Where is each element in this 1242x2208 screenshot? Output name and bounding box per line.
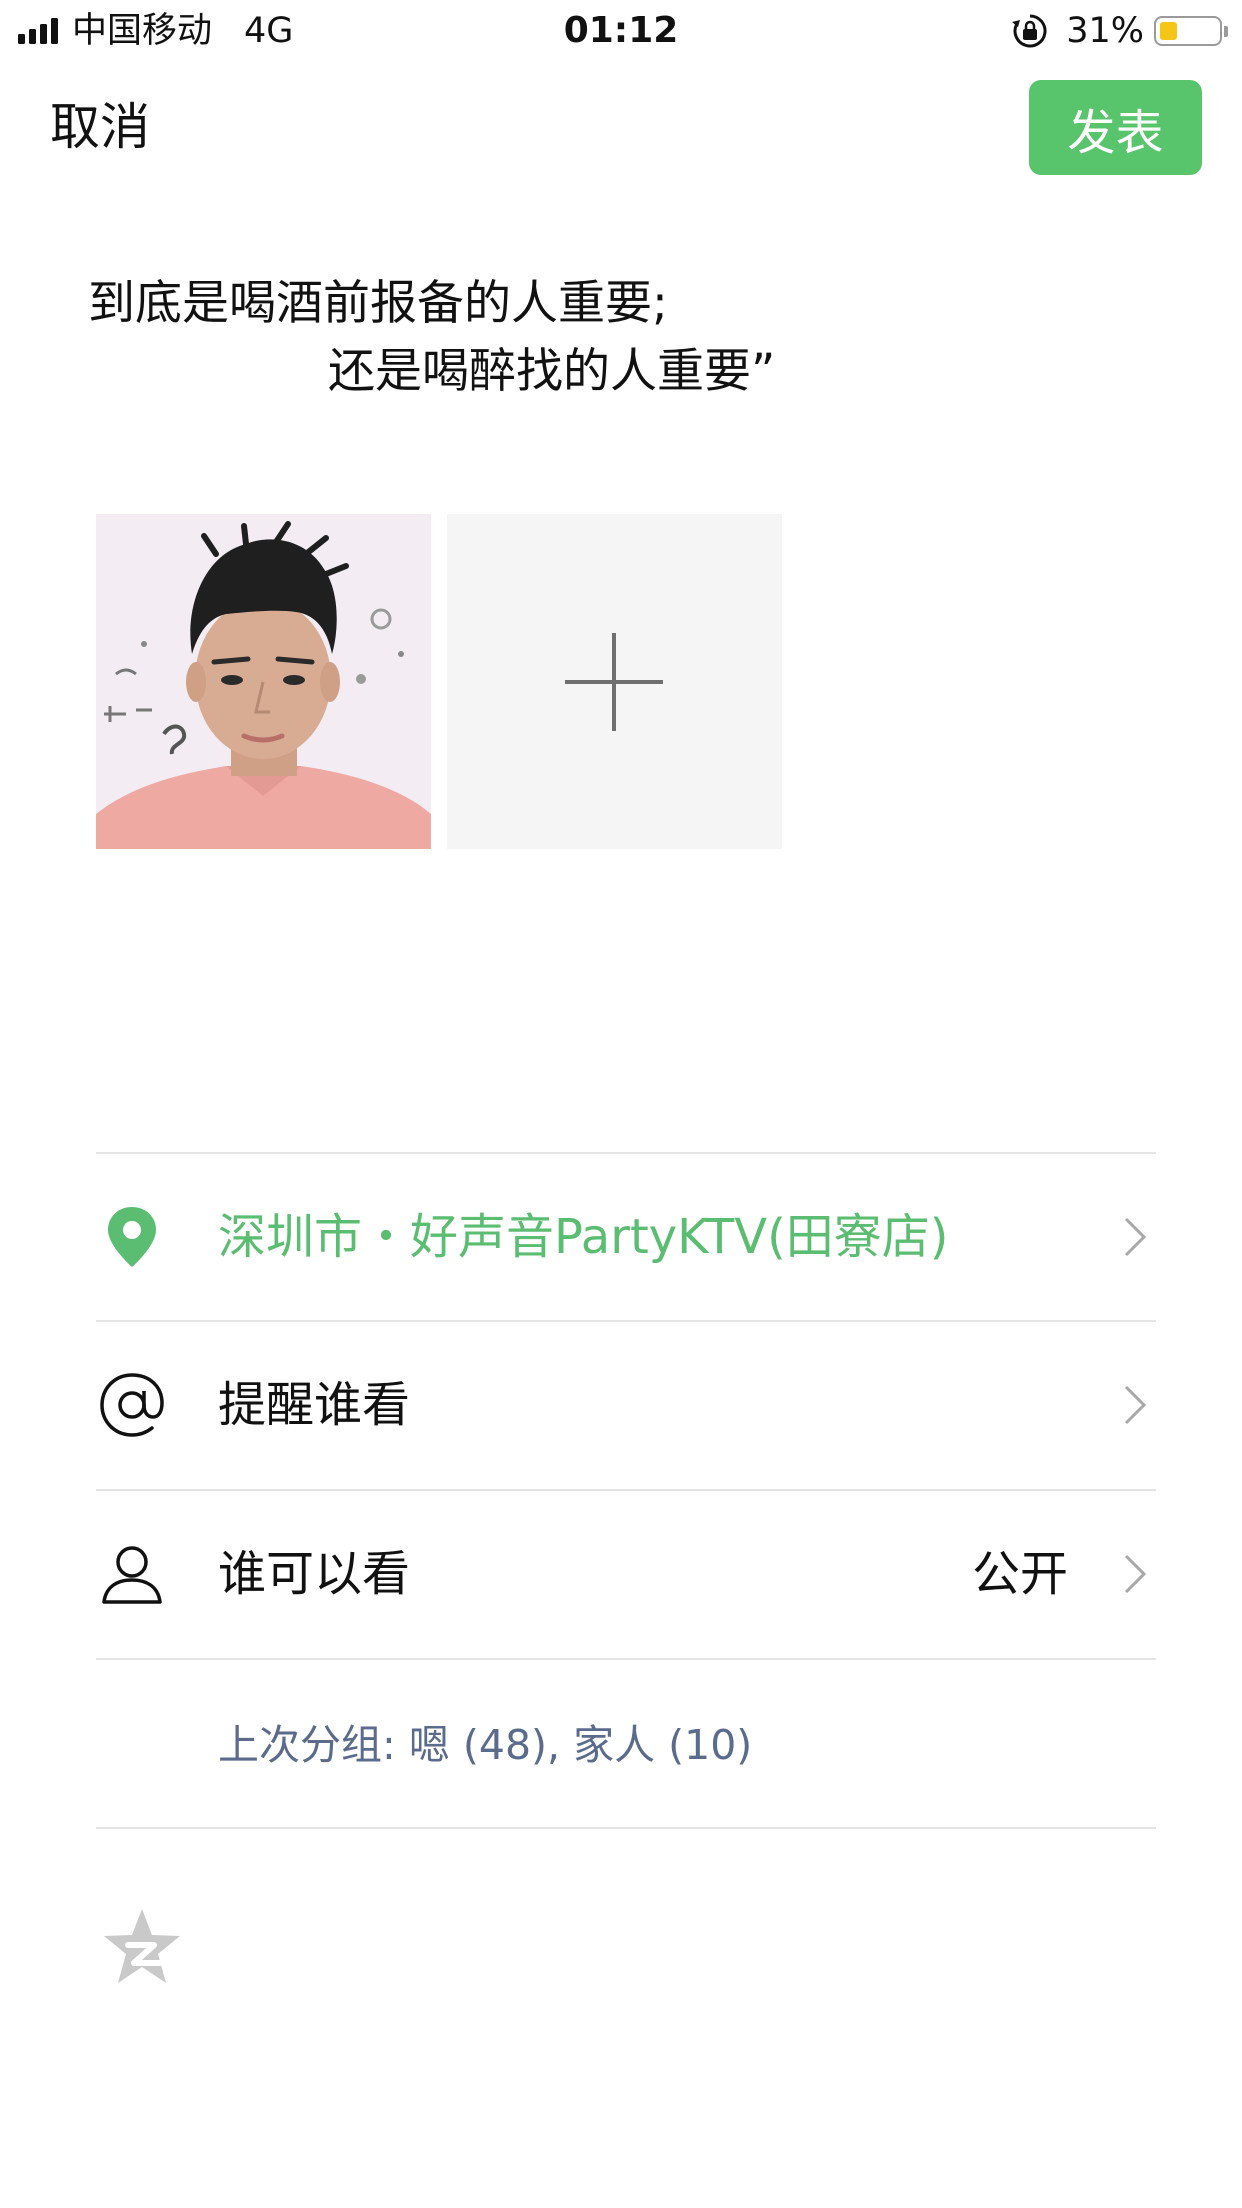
chevron-right-icon — [1124, 1554, 1147, 1594]
visibility-label: 谁可以看 — [218, 1546, 411, 1602]
remind-row[interactable]: 提醒谁看 — [96, 1321, 1156, 1489]
person-photo-icon — [96, 514, 431, 849]
battery-percent: 31% — [1066, 11, 1144, 51]
rotation-lock-icon — [1012, 14, 1047, 48]
battery-cap — [1224, 25, 1228, 37]
chevron-right-icon — [1124, 1385, 1147, 1425]
chevron-right-icon — [1124, 1217, 1147, 1257]
divider — [96, 1658, 1156, 1660]
remind-label: 提醒谁看 — [218, 1377, 411, 1433]
qzone-star-icon[interactable] — [100, 1905, 184, 1989]
visibility-value: 公开 — [971, 1546, 1068, 1602]
battery-level-fill — [1160, 22, 1177, 40]
location-pin-icon — [108, 1207, 156, 1267]
at-sign-icon — [100, 1373, 164, 1437]
status-bar-right: 31% — [1010, 8, 1228, 54]
plus-icon-vertical — [612, 633, 616, 731]
location-row[interactable]: 深圳市・好声音PartyKTV(田寮店) — [96, 1153, 1156, 1321]
post-text-line: 还是喝醉找的人重要” — [328, 344, 776, 399]
post-text-input[interactable]: 到底是喝酒前报备的人重要; 还是喝醉找的人重要” — [88, 270, 1168, 406]
visibility-row[interactable]: 谁可以看 公开 — [96, 1490, 1156, 1658]
battery-icon — [1154, 16, 1222, 46]
divider — [96, 1827, 1156, 1829]
person-icon — [102, 1546, 162, 1604]
cancel-button[interactable]: 取消 — [50, 92, 150, 162]
status-bar: 中国移动 4G 01:12 31% — [0, 0, 1242, 62]
post-text-line: 到底是喝酒前报备的人重要; — [88, 276, 668, 331]
attached-photo[interactable] — [96, 514, 431, 849]
last-group-text[interactable]: 上次分组: 嗯 (48), 家人 (10) — [218, 1710, 752, 1780]
location-label: 深圳市・好声音PartyKTV(田寮店) — [218, 1209, 949, 1265]
add-image-button[interactable] — [447, 514, 782, 849]
publish-button[interactable]: 发表 — [1029, 80, 1202, 175]
